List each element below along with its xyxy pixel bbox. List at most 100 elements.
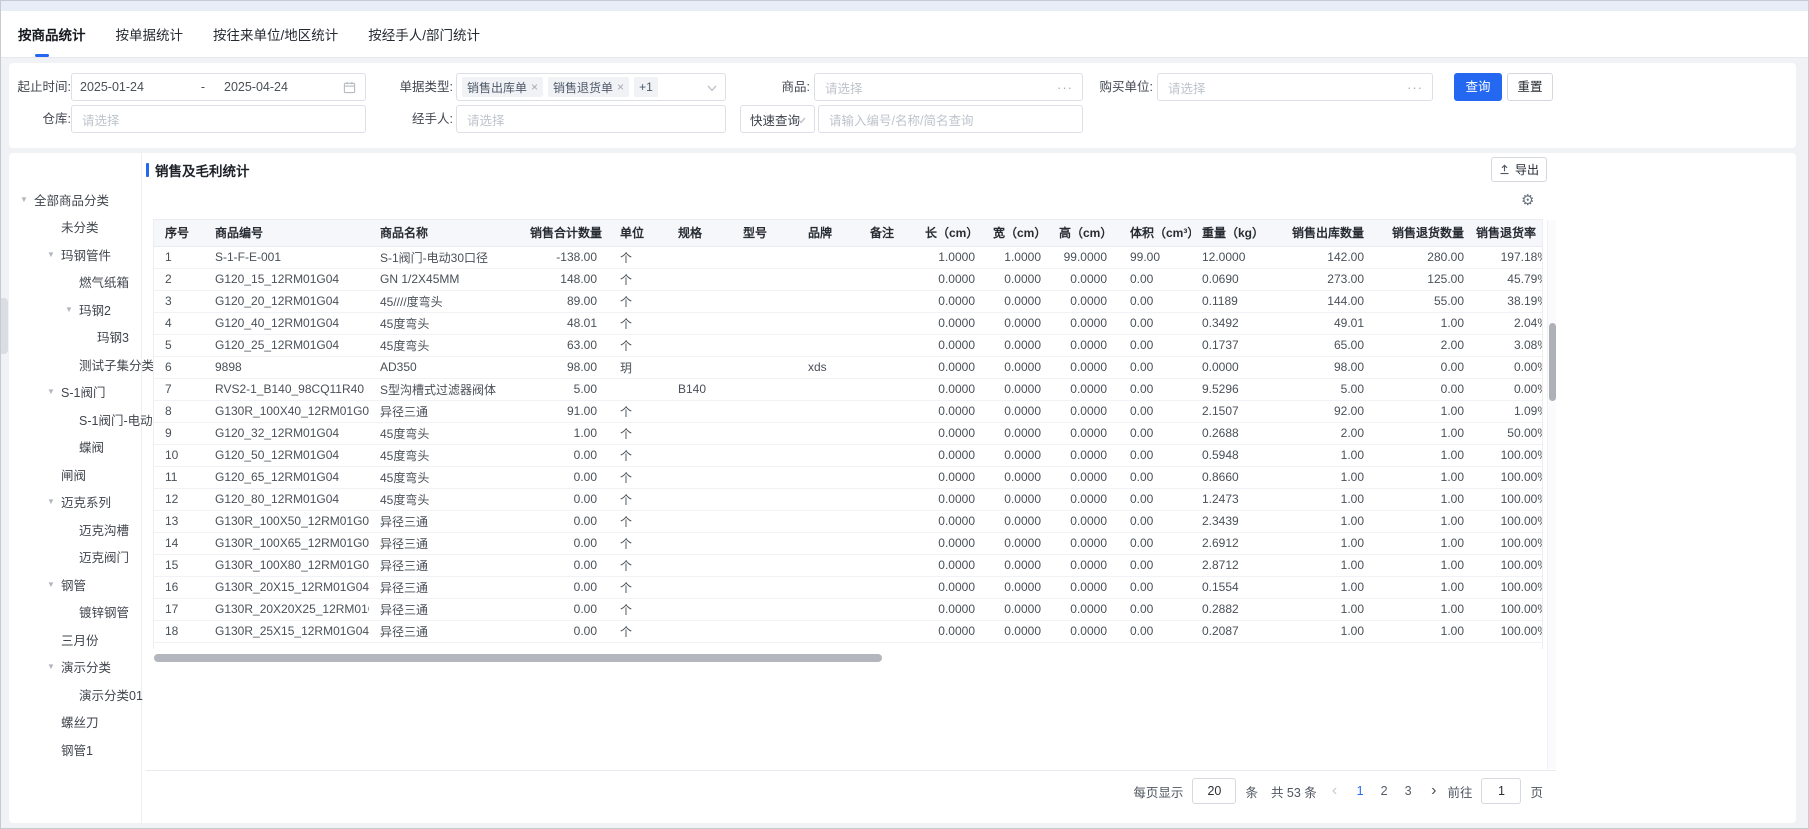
- calendar-icon[interactable]: [343, 81, 356, 94]
- cell: 0.00: [1119, 444, 1191, 467]
- table-row[interactable]: 9 G120_32_12RM01G04 45度弯头 1.00 个 0.0000 0.0000…: [154, 422, 1542, 445]
- tab-按商品统计[interactable]: 按商品统计: [18, 24, 86, 44]
- table-row[interactable]: 3 G120_20_12RM01G04 45////度弯头 89.00 个 0.0000 0…: [154, 290, 1542, 313]
- tab-按经手人/部门统计[interactable]: 按经手人/部门统计: [368, 24, 480, 44]
- cell: 0.8660: [1191, 466, 1271, 489]
- handler-select[interactable]: 请选择: [456, 105, 726, 133]
- export-button[interactable]: 导出: [1491, 157, 1547, 182]
- tree-node-迈克阀门[interactable]: 迈克阀门: [9, 548, 140, 568]
- horizontal-scrollbar-thumb[interactable]: [154, 654, 882, 662]
- table-row[interactable]: 4 G120_40_12RM01G04 45度弯头 48.01 个 0.0000 0.000…: [154, 312, 1542, 335]
- page-number-3[interactable]: 3: [1396, 784, 1420, 798]
- tree-node-测试子集分类[interactable]: 测试子集分类: [9, 356, 154, 376]
- cell: [797, 510, 859, 533]
- caret-down-icon[interactable]: ▼: [65, 305, 73, 314]
- tree-node-S-1阀门-电动[interactable]: S-1阀门-电动: [9, 411, 153, 431]
- tree-node-钢管[interactable]: ▼ 钢管: [9, 576, 140, 596]
- quick-search-mode-select[interactable]: 快速查询: [740, 105, 815, 133]
- caret-down-icon[interactable]: ▼: [47, 580, 55, 589]
- content-panel: ▼ 全部商品分类未分类 ▼ 玛钢管件燃气纸箱 ▼ 玛钢2 玛钢3 测试子集分类 ▼ S-1阀门 S-…: [9, 153, 1796, 823]
- tree-node-迈克系列[interactable]: ▼ 迈克系列: [9, 493, 140, 513]
- table-row[interactable]: 15 G130R_100X80_12RM01G04 异径三通 0.00 个 0.0000 0…: [154, 554, 1542, 577]
- tree-node-钢管1[interactable]: 钢管1: [9, 741, 140, 761]
- buyer-select[interactable]: 请选择 ···: [1157, 73, 1433, 101]
- tree-node-迈克沟槽[interactable]: 迈克沟槽: [9, 521, 140, 541]
- table-row[interactable]: 7 RVS2-1_B140_98CQ11R40 S型沟槽式过滤器阀体 5.00 B140…: [154, 378, 1542, 401]
- tree-node-三月份[interactable]: 三月份: [9, 631, 140, 651]
- doc-type-more-tag[interactable]: +1: [634, 77, 658, 97]
- cell: 0.0000: [1053, 532, 1119, 555]
- table-row[interactable]: 17G130R_20X20X25_12RM01G...异径三通0.00个0.00…: [154, 598, 1542, 621]
- tree-node-全部商品分类[interactable]: ▼ 全部商品分类: [9, 191, 140, 211]
- table-row[interactable]: 2 G120_15_12RM01G04 GN 1/2X45MM 148.00 个 0.00…: [154, 268, 1542, 291]
- page-number-1[interactable]: 1: [1348, 784, 1372, 798]
- table-row[interactable]: 18 G130R_25X15_12RM01G04 异径三通 0.00 个 0.0000 0.…: [154, 620, 1542, 643]
- table-row[interactable]: 5 G120_25_12RM01G04 45度弯头 63.00 个 0.0000 0.000…: [154, 334, 1542, 357]
- cell: [797, 290, 859, 313]
- table-row[interactable]: 8 G130R_100X40_12RM01G04 异径三通 91.00 个 0.0000 0…: [154, 400, 1542, 423]
- tree-node-演示分类01[interactable]: 演示分类01: [9, 686, 143, 706]
- caret-down-icon[interactable]: ▼: [47, 387, 55, 396]
- tree-node-蝶阀[interactable]: 蝶阀: [9, 438, 140, 458]
- table-row[interactable]: 11 G120_65_12RM01G04 45度弯头 0.00 个 0.0000 0.000…: [154, 466, 1542, 489]
- close-icon[interactable]: ×: [531, 80, 538, 94]
- cell: [732, 466, 797, 489]
- cell: 0.0690: [1191, 268, 1271, 291]
- column-settings-gear-icon[interactable]: ⚙: [1521, 193, 1534, 208]
- caret-down-icon[interactable]: ▼: [20, 195, 28, 204]
- close-icon[interactable]: ×: [617, 80, 624, 94]
- tab-按单据统计[interactable]: 按单据统计: [116, 24, 184, 44]
- page-number-2[interactable]: 2: [1372, 784, 1396, 798]
- cell: [732, 246, 797, 269]
- table-row[interactable]: 10 G120_50_12RM01G04 45度弯头 0.00 个 0.0000 0.000…: [154, 444, 1542, 467]
- sidebar-collapse-handle[interactable]: [1, 298, 8, 354]
- goto-label: 前往: [1447, 785, 1473, 800]
- date-range-input[interactable]: 2025-01-24 - 2025-04-24: [71, 73, 366, 101]
- tree-node-燃气纸箱[interactable]: 燃气纸箱: [9, 273, 140, 293]
- cell: 1.00: [1271, 620, 1376, 643]
- table-row[interactable]: 13 G130R_100X50_12RM01G04 异径三通 0.00 个 0.0000 0…: [154, 510, 1542, 533]
- doc-type-label: 单据类型:: [399, 80, 453, 94]
- tree-node-玛钢2[interactable]: ▼ 玛钢2: [9, 301, 140, 321]
- tree-node-演示分类[interactable]: ▼ 演示分类: [9, 658, 140, 678]
- table-row[interactable]: 1 S-1-F-E-001 S-1阀门-电动30口径 -138.00 个 1.0000 1.…: [154, 246, 1542, 269]
- top-strip: [1, 1, 1808, 11]
- tree-node-镀锌钢管[interactable]: 镀锌钢管: [9, 603, 140, 623]
- tree-node-S-1阀门[interactable]: ▼ S-1阀门: [9, 383, 140, 403]
- tree-node-闸阀[interactable]: 闸阀: [9, 466, 140, 486]
- cell: 100.00%: [1476, 576, 1542, 599]
- tab-按往来单位/地区统计[interactable]: 按往来单位/地区统计: [213, 24, 338, 44]
- table-row[interactable]: 6 9898 AD350 98.00 玥 xds 0.0000 0.0000 0.0000 0.0…: [154, 356, 1542, 379]
- goto-page-input[interactable]: 1: [1481, 778, 1522, 804]
- tree-node-玛钢管件[interactable]: ▼ 玛钢管件: [9, 246, 140, 266]
- search-button[interactable]: 查询: [1454, 73, 1502, 101]
- chevron-left-icon[interactable]: ‹: [1330, 783, 1339, 799]
- more-ellipsis-icon[interactable]: ···: [1407, 80, 1423, 95]
- cell: 3.08%: [1476, 334, 1542, 357]
- tree-node-螺丝刀[interactable]: 螺丝刀: [9, 713, 140, 733]
- caret-down-icon[interactable]: ▼: [47, 250, 55, 259]
- chevron-right-icon[interactable]: ›: [1429, 783, 1438, 799]
- reset-button[interactable]: 重置: [1507, 73, 1553, 101]
- table-row[interactable]: 12 G120_80_12RM01G04 45度弯头 0.00 个 0.0000 0.000…: [154, 488, 1542, 511]
- quick-search-input[interactable]: 请输入编号/名称/简名查询: [818, 105, 1083, 133]
- vertical-scrollbar-thumb[interactable]: [1549, 323, 1556, 401]
- cell: 148.00: [524, 268, 609, 291]
- tree-node-玛钢3[interactable]: 玛钢3: [9, 328, 140, 348]
- more-ellipsis-icon[interactable]: ···: [1057, 80, 1073, 95]
- cell: 0.0000: [919, 356, 987, 379]
- cell: [797, 598, 859, 621]
- product-select[interactable]: 请选择 ···: [814, 73, 1083, 101]
- warehouse-select[interactable]: 请选择: [71, 105, 366, 133]
- tree-node-label: 全部商品分类: [34, 193, 110, 208]
- tree-node-未分类[interactable]: 未分类: [9, 218, 140, 238]
- per-page-input[interactable]: 20: [1192, 778, 1237, 804]
- caret-down-icon[interactable]: ▼: [47, 497, 55, 506]
- table-row[interactable]: 14 G130R_100X65_12RM01G04 异径三通 0.00 个 0.0000 0…: [154, 532, 1542, 555]
- caret-down-icon[interactable]: ▼: [47, 662, 55, 671]
- cell: 45////度弯头: [369, 290, 524, 313]
- doc-type-select[interactable]: 销售出库单 × 销售退货单 × +1: [456, 73, 726, 101]
- handler-label: 经手人:: [412, 112, 453, 126]
- cell: 0.00: [1119, 598, 1191, 621]
- table-row[interactable]: 16 G130R_20X15_12RM01G04 异径三通 0.00 个 0.0000 0.…: [154, 576, 1542, 599]
